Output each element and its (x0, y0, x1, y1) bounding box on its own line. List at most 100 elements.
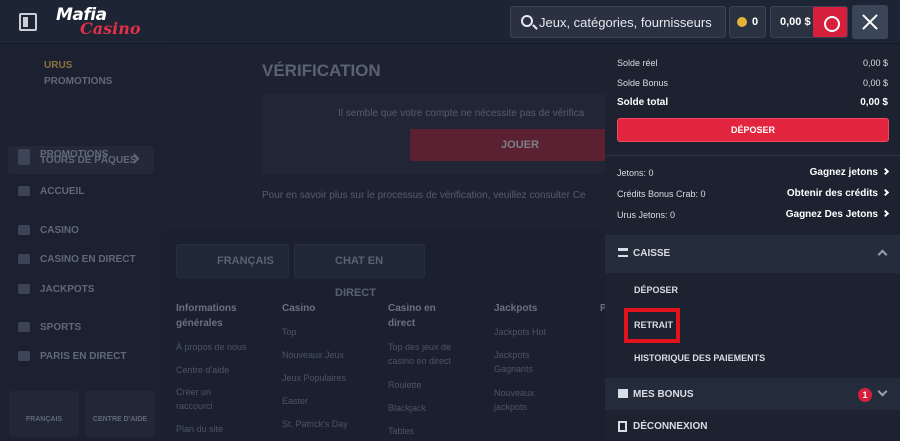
account-panel: Solde réel 0,00 $ Solde Bonus 0,00 $ Sol… (605, 45, 900, 441)
footer-link[interactable]: Roulette (388, 378, 422, 392)
footer-link[interactable]: Tables (388, 424, 414, 438)
language-button[interactable]: FRANÇAIS (9, 391, 79, 437)
footer-link[interactable]: Jackpots Gagnants (494, 348, 544, 376)
cashier-withdraw-item[interactable]: RETRAIT (634, 320, 673, 330)
jetons-label: Jetons: 0 (617, 168, 654, 178)
sidebar-item-label: CASINO (40, 225, 79, 236)
footer-link[interactable]: Top (282, 325, 297, 339)
logout-label: DÉCONNEXION (633, 421, 708, 432)
home-icon (18, 186, 30, 197)
my-bonuses-section[interactable]: MES BONUS 1 (605, 378, 900, 410)
verification-box: Il semble que votre compte ne nécessite … (262, 94, 630, 174)
play-button[interactable]: JOUER (410, 129, 630, 161)
urus-jetons-label: Urus Jetons: 0 (617, 210, 676, 220)
sidebar-toggle-icon[interactable] (19, 13, 37, 31)
deposit-button[interactable]: DÉPOSER (617, 118, 889, 142)
close-icon[interactable] (852, 5, 888, 39)
sidebar-item-promotions[interactable]: PROMOTIONS (18, 149, 108, 160)
bonus-balance-label: Solde Bonus (617, 78, 669, 88)
page-title: VÉRIFICATION (262, 61, 381, 80)
link-label: Gagnez jetons (809, 167, 878, 178)
cashier-label: CAISSE (633, 248, 671, 259)
sidebar-item-casino[interactable]: CASINO (18, 225, 79, 236)
footer-col-heading: Informations générales (176, 303, 237, 329)
search-input[interactable]: Jeux, catégories, fournisseurs (510, 6, 726, 38)
search-placeholder: Jeux, catégories, fournisseurs (539, 15, 712, 30)
sidebar-item-label: ACCUEIL (40, 186, 85, 197)
crab-credits-label: Crédits Bonus Crab: 0 (617, 189, 706, 199)
bonus-count-badge: 1 (858, 388, 872, 402)
bonuses-label: MES BONUS (633, 389, 694, 400)
jetons-count: 0 (752, 16, 759, 28)
payment-history-item[interactable]: HISTORIQUE DES PAIEMENTS (634, 353, 765, 363)
footer-link[interactable]: Blackjack (388, 401, 426, 415)
footer-link[interactable]: Centre d'aide (176, 363, 229, 377)
sidebar-item-jackpots[interactable]: JACKPOTS (18, 284, 94, 295)
logo-text-secondary: Casino (80, 19, 141, 38)
sidebar-item-label: JACKPOTS (40, 284, 95, 295)
gift-icon (18, 149, 30, 160)
bank-icon (618, 248, 628, 257)
cashier-section-header[interactable]: CAISSE (605, 235, 900, 273)
balance-button[interactable]: 0,00 $ (770, 6, 848, 38)
real-balance-label: Solde réel (617, 58, 658, 68)
divider (605, 155, 900, 156)
brand-logo[interactable]: Mafia Casino (56, 5, 141, 39)
sidebar-item-live-casino[interactable]: CASINO EN DIRECT (18, 254, 136, 265)
verification-notice: Il semble que votre compte ne nécessite … (338, 108, 585, 119)
chevron-right-icon (881, 188, 890, 197)
footer-language-button[interactable]: FRANÇAIS (176, 244, 289, 278)
spade-icon (18, 225, 30, 236)
footer-link[interactable]: Nouveaux jackpots (494, 386, 544, 414)
footer-link[interactable]: Nouveaux Jeux (282, 348, 344, 362)
sidebar-item-label: CASINO EN DIRECT (40, 254, 136, 265)
sidebar-urus-label[interactable]: URUS (44, 60, 72, 71)
live-chat-button[interactable]: CHAT EN DIRECT (294, 244, 425, 299)
sidebar-item-home[interactable]: ACCUEIL (18, 186, 84, 197)
top-bar: Mafia Casino Jeux, catégories, fournisse… (0, 0, 900, 44)
get-credits-link[interactable]: Obtenir des crédits (786, 188, 890, 199)
jetons-button[interactable]: 0 (729, 6, 766, 38)
earn-jetons-link[interactable]: Gagnez jetons (809, 167, 890, 178)
footer-link[interactable]: Easter (282, 394, 308, 408)
total-balance-value: 0,00 $ (860, 97, 888, 108)
sidebar-item-live-betting[interactable]: PARIS EN DIRECT (18, 351, 127, 362)
ball-icon (18, 322, 30, 333)
cashier-deposit-item[interactable]: DÉPOSER (634, 285, 678, 295)
balance-amount: 0,00 $ (780, 16, 811, 28)
footer-link[interactable]: St. Patrick's Day (282, 417, 348, 431)
link-label: Obtenir des crédits (786, 188, 878, 199)
footer-col-heading: Jackpots (494, 303, 538, 314)
chevron-right-icon (881, 209, 890, 218)
footer-link[interactable]: Jackpots Hot (494, 325, 546, 339)
footer-link[interactable]: Jeux Populaires (282, 371, 346, 385)
footer-link[interactable]: Plan du site (176, 422, 223, 436)
coin-icon (737, 17, 747, 27)
sidebar: URUS PROMOTIONS TOURS DE PÂQUES PROMOTIO… (0, 45, 165, 441)
logout-button[interactable]: DÉCONNEXION (605, 413, 900, 441)
cashier-icon[interactable] (813, 7, 847, 37)
search-icon (521, 15, 533, 27)
sidebar-urus-promotions[interactable]: PROMOTIONS (44, 76, 112, 87)
clover-icon (18, 284, 30, 295)
sidebar-item-label: PARIS EN DIRECT (40, 351, 127, 362)
total-balance-label: Solde total (617, 97, 669, 108)
logout-icon (618, 421, 627, 432)
sidebar-item-label: SPORTS (40, 322, 82, 333)
real-balance-value: 0,00 $ (862, 58, 888, 68)
stats-icon (18, 351, 30, 362)
sidebar-item-sports[interactable]: SPORTS (18, 322, 81, 333)
chevron-down-icon (877, 386, 888, 397)
footer-col-heading: Casino (282, 303, 316, 314)
link-label: Gagnez Des Jetons (785, 209, 878, 220)
earn-urus-link[interactable]: Gagnez Des Jetons (785, 209, 890, 220)
site-footer: FRANÇAIS CHAT EN DIRECT Informations gén… (165, 228, 607, 441)
bonus-balance-value: 0,00 $ (862, 78, 888, 88)
chevron-up-icon (877, 249, 888, 260)
footer-link[interactable]: Top des jeux de casino en direct (388, 340, 473, 368)
chevron-right-icon (881, 167, 890, 176)
help-center-button[interactable]: CENTRE D'AIDE (85, 391, 155, 437)
footer-link[interactable]: Créer un raccourci (176, 385, 236, 413)
footer-link[interactable]: À propos de nous (176, 340, 247, 354)
main-content: VÉRIFICATION Il semble que votre compte … (165, 45, 630, 441)
